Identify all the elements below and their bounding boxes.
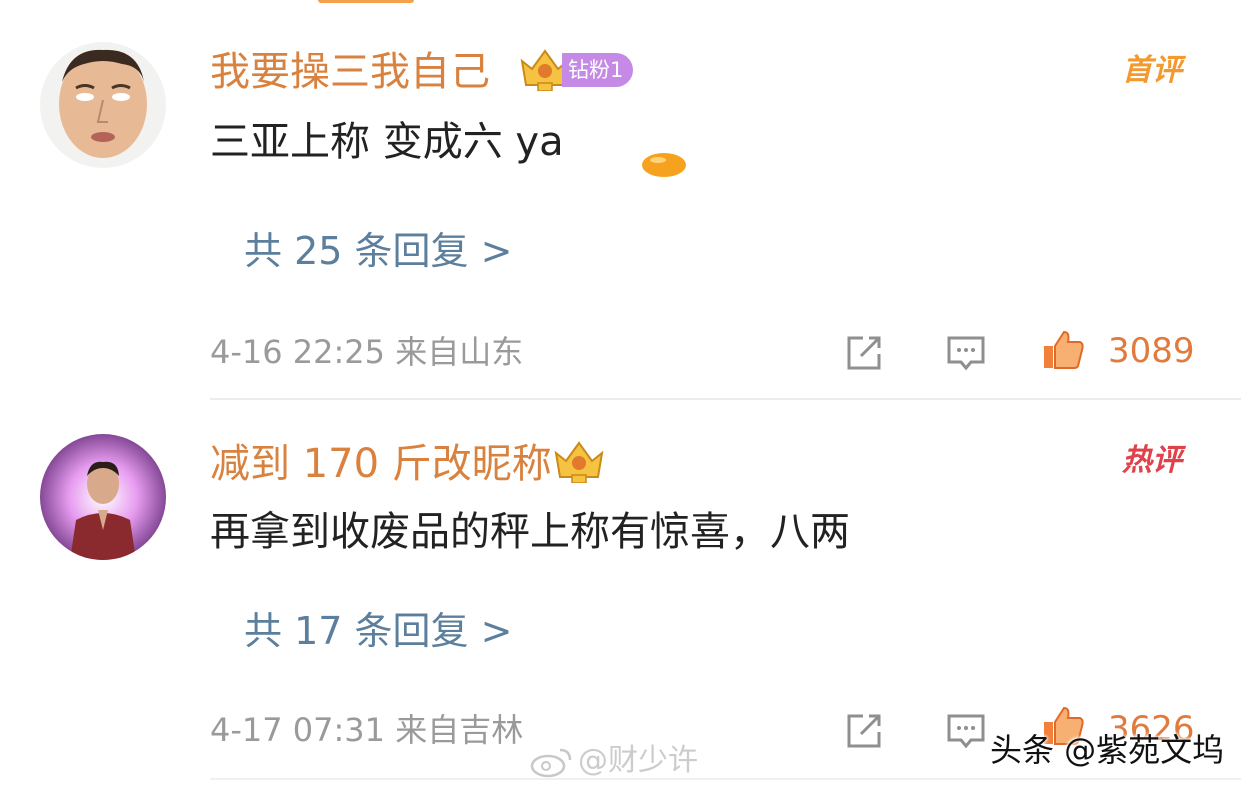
comment-meta: 4-17 07:31 来自吉林 [210,711,524,749]
egg-emoji [642,153,686,177]
avatar[interactable] [40,434,166,560]
fan-badge: 钻粉1 [562,53,634,87]
like-count: 3089 [1108,331,1195,371]
share-icon[interactable] [843,710,885,752]
divider [210,398,1241,400]
view-replies-link[interactable]: 共 17 条回复 > [244,612,512,650]
comment-icon[interactable] [945,710,987,752]
comment-icon[interactable] [945,332,987,374]
avatar[interactable] [40,42,166,168]
share-icon[interactable] [843,332,885,374]
comment-text: 再拿到收废品的秤上称有惊喜，八两 [210,509,850,555]
like-icon[interactable] [1042,328,1084,370]
nickname[interactable]: 我要操三我自己 [210,52,490,92]
view-replies-link[interactable]: 共 25 条回复 > [244,232,512,270]
hot-comment-tag: 热评 [1122,443,1182,478]
crown-icon [554,441,604,483]
weibo-watermark-text: @财少许 [578,743,698,778]
comment-meta: 4-16 22:25 来自山东 [210,333,524,371]
weibo-watermark: @财少许 [532,746,698,776]
nickname[interactable]: 减到 170 斤改昵称 [210,444,552,484]
divider [210,778,1241,780]
comment-text: 三亚上称 变成六 ya [210,119,564,165]
toutiao-watermark: 头条 @紫苑文坞 [990,731,1225,769]
comment-item: 我要操三我自己 钻粉1 首评 三亚上称 变成六 ya 共 25 条回复 > 4-… [0,0,1241,400]
first-comment-tag: 首评 [1122,53,1182,88]
